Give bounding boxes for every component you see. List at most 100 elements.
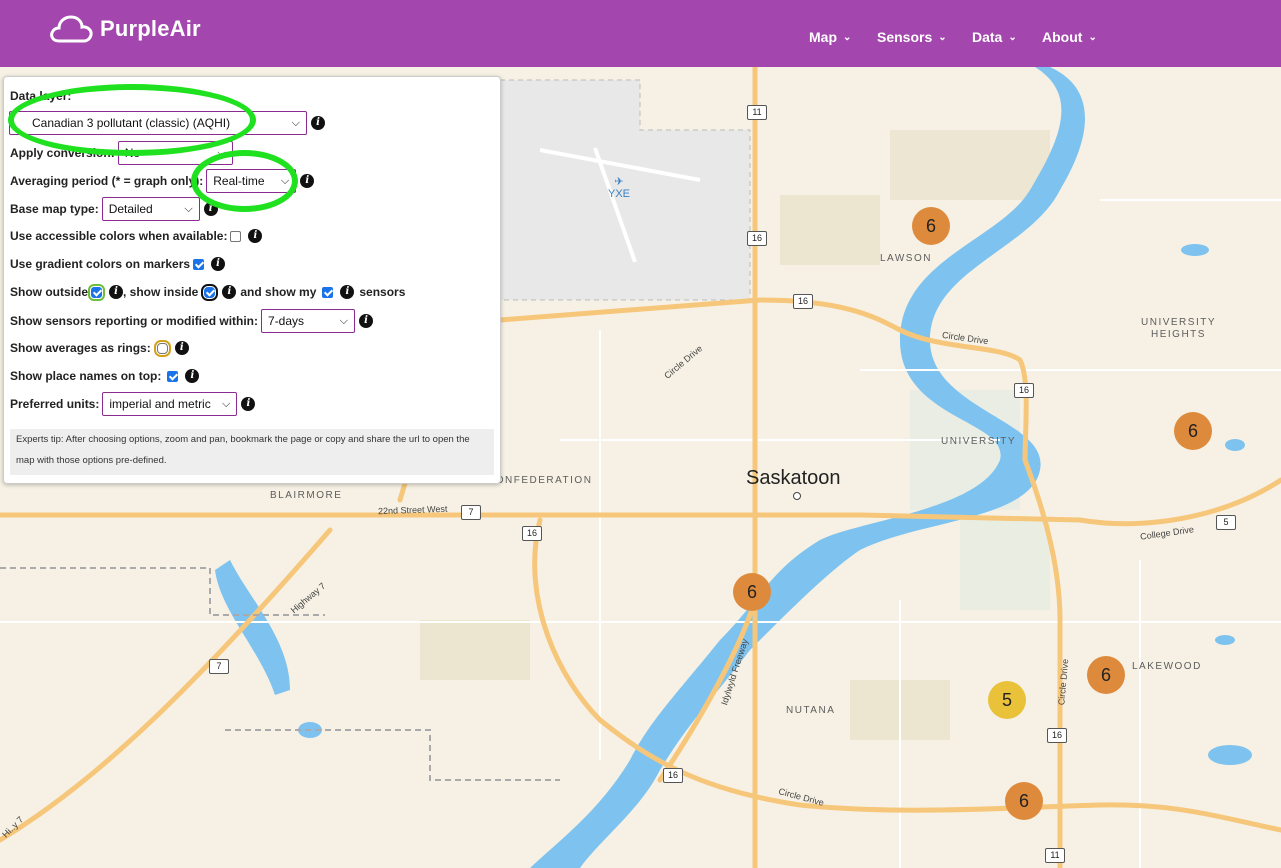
chevron-down-icon: ⌄	[1088, 32, 1097, 43]
show-outside-checkbox[interactable]	[88, 283, 105, 301]
data-layer-select[interactable]: Canadian 3 pollutant (classic) (AQHI) ⌵	[9, 111, 307, 135]
accessible-colors-label: Use accessible colors when available:	[10, 229, 228, 243]
preferred-units-label: Preferred units:	[10, 397, 100, 411]
averaging-period-label: Averaging period (* = graph only):	[10, 174, 204, 188]
airport-marker: ✈ YXE	[608, 175, 630, 200]
chevron-down-icon: ⌵	[291, 116, 300, 129]
nav-sensors-label: Sensors	[877, 29, 933, 45]
chevron-down-icon: ⌵	[217, 146, 226, 159]
city-label: Saskatoon	[746, 467, 841, 489]
highway-shield: 16	[747, 231, 767, 246]
info-icon[interactable]: i	[211, 257, 226, 271]
chevron-down-icon: ⌵	[184, 202, 193, 215]
reporting-window-value: 7-days	[268, 314, 305, 328]
info-icon[interactable]: i	[174, 341, 189, 355]
highway-shield: 11	[1045, 848, 1065, 863]
chevron-down-icon: ⌵	[339, 314, 349, 327]
experts-tip-line2: map with those options pre-defined.	[16, 455, 167, 466]
top-navigation-bar: PurpleAir Map ⌄ Sensors ⌄ Data ⌄ About ⌄	[0, 0, 1281, 67]
info-icon[interactable]: i	[359, 314, 374, 328]
chevron-down-icon: ⌵	[280, 174, 290, 187]
base-map-label: Base map type:	[10, 202, 99, 216]
highway-shield: 16	[1014, 383, 1034, 398]
map-label-lakewood: LAKEWOOD	[1132, 661, 1202, 672]
map-label-university: UNIVERSITY	[941, 436, 1017, 447]
city-center-marker	[793, 492, 801, 500]
place-names-label: Show place names on top:	[10, 369, 162, 383]
apply-conversion-select[interactable]: No ⌵	[117, 141, 233, 165]
preferred-units-select[interactable]: imperial and metric ⌵	[102, 392, 238, 416]
info-icon[interactable]: i	[185, 369, 200, 383]
highway-shield: 5	[1216, 515, 1236, 530]
map-label-blairmore: BLAIRMORE	[270, 490, 343, 501]
info-icon[interactable]: i	[311, 116, 325, 130]
highway-shield: 7	[461, 505, 481, 520]
highway-shield: 7	[209, 659, 229, 674]
cloud-icon	[50, 15, 93, 43]
highway-shield: 11	[747, 105, 767, 120]
nav-map[interactable]: Map ⌄	[809, 29, 851, 45]
brand-name: PurpleAir	[100, 16, 201, 41]
show-my-label: and show my	[240, 285, 317, 299]
show-inside-checkbox[interactable]	[201, 283, 219, 301]
nav-about[interactable]: About ⌄	[1042, 29, 1097, 45]
averaging-period-value: Real-time	[213, 174, 265, 188]
reporting-window-label: Show sensors reporting or modified withi…	[10, 314, 259, 328]
park-area	[890, 130, 1050, 200]
info-icon[interactable]: i	[222, 285, 237, 299]
campus-area	[960, 520, 1050, 610]
nav-about-label: About	[1042, 29, 1083, 45]
info-icon[interactable]: i	[340, 285, 355, 299]
highway-shield: 16	[522, 526, 542, 541]
sensor-cluster[interactable]: 6	[733, 573, 771, 611]
sensor-cluster[interactable]: 6	[912, 207, 950, 245]
place-names-checkbox[interactable]	[167, 370, 179, 382]
map-label-lawson: LAWSON	[880, 253, 932, 264]
apply-conversion-value: No	[124, 146, 141, 160]
info-icon[interactable]: i	[248, 229, 263, 243]
sensor-cluster[interactable]: 6	[1005, 782, 1043, 820]
chevron-down-icon: ⌄	[843, 32, 852, 43]
sensor-cluster[interactable]: 6	[1087, 656, 1125, 694]
highway-shield: 16	[663, 768, 683, 783]
airplane-icon: ✈	[614, 176, 624, 188]
accessible-colors-checkbox[interactable]	[230, 230, 242, 242]
info-icon[interactable]: i	[241, 397, 256, 411]
show-outside-label: Show outside	[10, 285, 88, 299]
averages-rings-checkbox[interactable]	[153, 339, 171, 357]
map-label-nutana: NUTANA	[786, 705, 836, 716]
highway-shield: 16	[793, 294, 813, 309]
sensors-label: sensors	[359, 285, 406, 299]
data-layer-value: Canadian 3 pollutant (classic) (AQHI)	[32, 116, 231, 130]
show-my-checkbox[interactable]	[322, 286, 334, 298]
averages-rings-label: Show averages as rings:	[10, 341, 151, 355]
show-inside-label: , show inside	[123, 285, 199, 299]
map-label-university-heights-1: UNIVERSITY	[1141, 317, 1217, 328]
highway-shield: 16	[1047, 728, 1067, 743]
park-area	[780, 195, 880, 265]
airport-code: YXE	[608, 188, 631, 200]
averaging-period-select[interactable]: Real-time ⌵	[206, 169, 297, 193]
gradient-colors-checkbox[interactable]	[193, 258, 205, 270]
sensor-cluster[interactable]: 6	[1174, 412, 1212, 450]
reporting-window-select[interactable]: 7-days ⌵	[261, 309, 356, 333]
nav-sensors[interactable]: Sensors ⌄	[877, 29, 947, 45]
experts-tip: Experts tip: After choosing options, zoo…	[10, 429, 494, 475]
nav-map-label: Map	[809, 29, 837, 45]
nav-data[interactable]: Data ⌄	[972, 29, 1017, 45]
data-layer-label: Data layer:	[10, 89, 72, 103]
base-map-select[interactable]: Detailed ⌵	[101, 197, 200, 221]
map-label-university-heights-2: HEIGHTS	[1151, 329, 1206, 340]
info-icon[interactable]: i	[109, 285, 123, 299]
nav-data-label: Data	[972, 29, 1003, 45]
base-map-value: Detailed	[108, 202, 153, 216]
map-settings-panel: Data layer: Canadian 3 pollutant (classi…	[3, 76, 501, 484]
info-icon[interactable]: i	[203, 202, 218, 216]
industrial-area	[420, 620, 530, 680]
brand-logo[interactable]: PurpleAir	[48, 14, 201, 44]
sensor-cluster[interactable]: 5	[988, 681, 1026, 719]
info-icon[interactable]: i	[300, 174, 315, 188]
apply-conversion-label: Apply conversion:	[10, 146, 115, 160]
map-label-confederation: CONFEDERATION	[487, 475, 593, 486]
experts-tip-line1: Experts tip: After choosing options, zoo…	[16, 434, 470, 445]
